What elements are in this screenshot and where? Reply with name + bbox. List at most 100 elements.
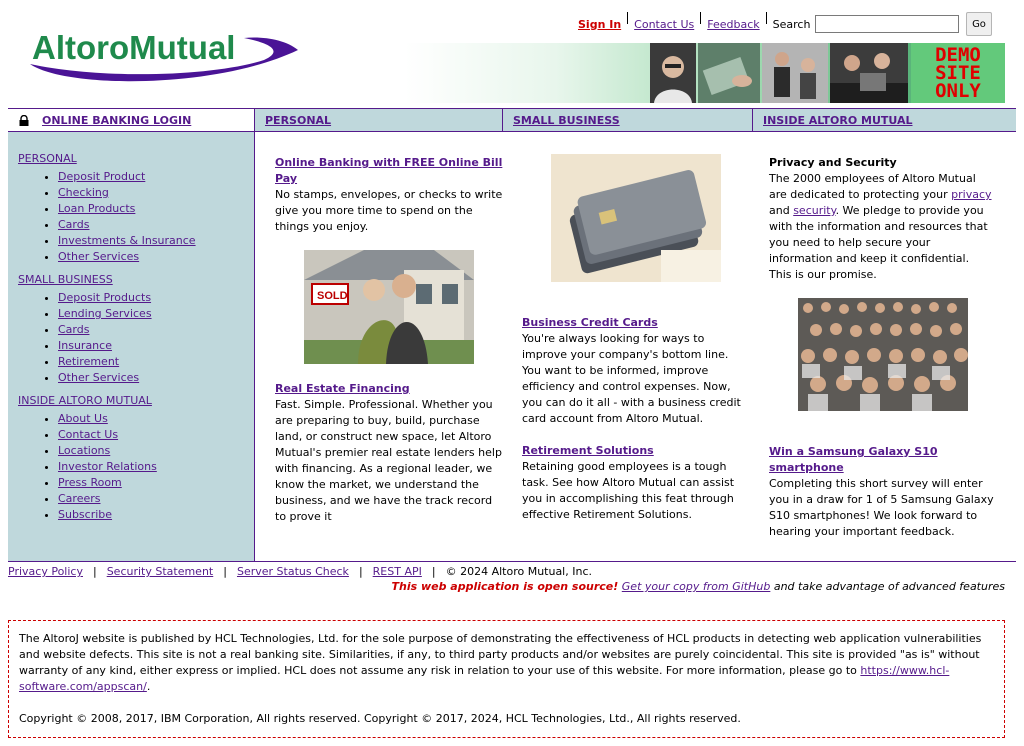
sidebar-item-careers[interactable]: Careers [58, 492, 101, 505]
server-status-link[interactable]: Server Status Check [237, 565, 349, 578]
security-link[interactable]: security [793, 204, 835, 217]
security-statement-link[interactable]: Security Statement [107, 565, 214, 578]
altoro-logo[interactable]: AltoroMutual [24, 28, 304, 84]
list-item: Retirement [58, 354, 254, 370]
top-links: Sign In Contact Us Feedback Search [578, 12, 810, 36]
privacy-policy-link[interactable]: Privacy Policy [8, 565, 83, 578]
open-source-text: This web application is open source! [391, 580, 619, 593]
list-item: Investments & Insurance [58, 233, 254, 249]
list-item: Cards [58, 322, 254, 338]
contact-us-link[interactable]: Contact Us [634, 18, 694, 31]
list-item: Lending Services [58, 306, 254, 322]
search-input[interactable] [815, 15, 959, 33]
divider [627, 12, 629, 24]
credit-cards-photo [551, 154, 721, 282]
sidebar-item-checking[interactable]: Checking [58, 186, 109, 199]
sidebar-item-cards[interactable]: Cards [58, 323, 89, 336]
search-label: Search [772, 17, 811, 31]
sign-in-link[interactable]: Sign In [578, 18, 621, 31]
nav-personal-cell: PERSONAL [254, 109, 502, 131]
online-banking-text: No stamps, envelopes, or checks to write… [275, 188, 503, 233]
samsung-survey-heading-link[interactable]: Win a Samsung Galaxy S10 smartphone [769, 445, 938, 474]
main-nav: ONLINE BANKING LOGIN PERSONAL SMALL BUSI… [8, 108, 1016, 132]
office-photo [762, 43, 828, 103]
list-item: Other Services [58, 249, 254, 265]
disclaimer-box: The AltoroJ website is published by HCL … [8, 620, 1005, 738]
list-item: Deposit Product [58, 169, 254, 185]
sidebar-item-deposit-products[interactable]: Deposit Products [58, 291, 151, 304]
sidebar-item-about-us[interactable]: About Us [58, 412, 108, 425]
nav-personal-link[interactable]: PERSONAL [265, 114, 331, 127]
list-item: Cards [58, 217, 254, 233]
page: AltoroMutual Sign In Contact Us Feedback… [0, 0, 1024, 746]
list-item: Other Services [58, 370, 254, 386]
go-button[interactable]: Go [966, 12, 992, 36]
sidebar-item-deposit-product[interactable]: Deposit Product [58, 170, 145, 183]
list-item: About Us [58, 411, 254, 427]
content-column-1-lower: Real Estate Financing Fast. Simple. Prof… [275, 381, 505, 525]
real-estate-heading-link[interactable]: Real Estate Financing [275, 382, 410, 395]
list-item: Contact Us [58, 427, 254, 443]
sidebar-section-small-business[interactable]: SMALL BUSINESS [18, 273, 254, 286]
sidebar-item-subscribe[interactable]: Subscribe [58, 508, 112, 521]
nav-small-business-link[interactable]: SMALL BUSINESS [513, 114, 620, 127]
retirement-solutions-heading-link[interactable]: Retirement Solutions [522, 444, 654, 457]
list-item: Checking [58, 185, 254, 201]
sidebar-section-inside[interactable]: INSIDE ALTORO MUTUAL [18, 394, 254, 407]
list-item: Careers [58, 491, 254, 507]
content-column-1: Online Banking with FREE Online Bill Pay… [275, 155, 505, 235]
sidebar-item-locations[interactable]: Locations [58, 444, 110, 457]
business-credit-cards-text: You're always looking for ways to improv… [522, 332, 741, 425]
lock-icon [19, 115, 29, 126]
divider [765, 12, 767, 24]
list-item: Subscribe [58, 507, 254, 523]
sidebar-item-investor-relations[interactable]: Investor Relations [58, 460, 157, 473]
demo-site-badge: DEMO SITE ONLY [911, 43, 1005, 103]
business-credit-cards-heading-link[interactable]: Business Credit Cards [522, 316, 658, 329]
woman-photo [650, 43, 696, 103]
list-item: Loan Products [58, 201, 254, 217]
employees-crowd-photo [798, 298, 968, 411]
rest-api-link[interactable]: REST API [373, 565, 422, 578]
sidebar-item-loan-products[interactable]: Loan Products [58, 202, 135, 215]
footer: Privacy Policy | Security Statement | Server… [8, 561, 1016, 578]
feedback-link[interactable]: Feedback [707, 18, 759, 31]
github-link[interactable]: Get your copy from GitHub [622, 580, 771, 593]
sidebar-item-retirement[interactable]: Retirement [58, 355, 119, 368]
logo-text: AltoroMutual [32, 29, 235, 66]
online-banking-heading-link[interactable]: Online Banking with FREE Online Bill Pay [275, 156, 502, 185]
footer-copyright: © 2024 Altoro Mutual, Inc. [445, 565, 592, 578]
sidebar-list-small-business: Deposit Products Lending Services Cards … [8, 290, 254, 386]
online-banking-login-link[interactable]: ONLINE BANKING LOGIN [42, 114, 191, 127]
meeting-photo [830, 43, 908, 103]
list-item: Insurance [58, 338, 254, 354]
retirement-solutions-text: Retaining good employees is a tough task… [522, 460, 735, 521]
privacy-security-text: The 2000 employees of Altoro Mutual are … [769, 172, 992, 281]
sidebar-section-personal[interactable]: PERSONAL [18, 152, 254, 165]
content-column-3: Privacy and Security The 2000 employees … [769, 155, 995, 283]
hands-photo [698, 43, 760, 103]
sidebar-item-investments-insurance[interactable]: Investments & Insurance [58, 234, 196, 247]
sidebar-list-personal: Deposit Product Checking Loan Products C… [8, 169, 254, 265]
real-estate-text: Fast. Simple. Professional. Whether you … [275, 398, 502, 523]
couple-house-photo: SOLD [304, 250, 474, 364]
list-item: Locations [58, 443, 254, 459]
privacy-link[interactable]: privacy [951, 188, 991, 201]
sidebar-item-lending-services[interactable]: Lending Services [58, 307, 152, 320]
nav-small-business-cell: SMALL BUSINESS [502, 109, 752, 131]
sidebar: PERSONAL Deposit Product Checking Loan P… [8, 132, 255, 561]
sidebar-item-insurance[interactable]: Insurance [58, 339, 112, 352]
list-item: Press Room [58, 475, 254, 491]
list-item: Deposit Products [58, 290, 254, 306]
sidebar-item-cards[interactable]: Cards [58, 218, 89, 231]
svg-text:SOLD: SOLD [317, 290, 348, 302]
nav-inside-cell: INSIDE ALTORO MUTUAL [752, 109, 1016, 131]
content-column-3-lower: Win a Samsung Galaxy S10 smartphone Comp… [769, 444, 995, 540]
sidebar-item-other-services[interactable]: Other Services [58, 250, 139, 263]
sidebar-item-press-room[interactable]: Press Room [58, 476, 122, 489]
sidebar-item-other-services[interactable]: Other Services [58, 371, 139, 384]
open-source-notice: This web application is open source! Get… [391, 580, 1006, 593]
privacy-security-heading: Privacy and Security [769, 156, 897, 169]
nav-inside-altoro-link[interactable]: INSIDE ALTORO MUTUAL [763, 114, 913, 127]
sidebar-item-contact-us[interactable]: Contact Us [58, 428, 118, 441]
